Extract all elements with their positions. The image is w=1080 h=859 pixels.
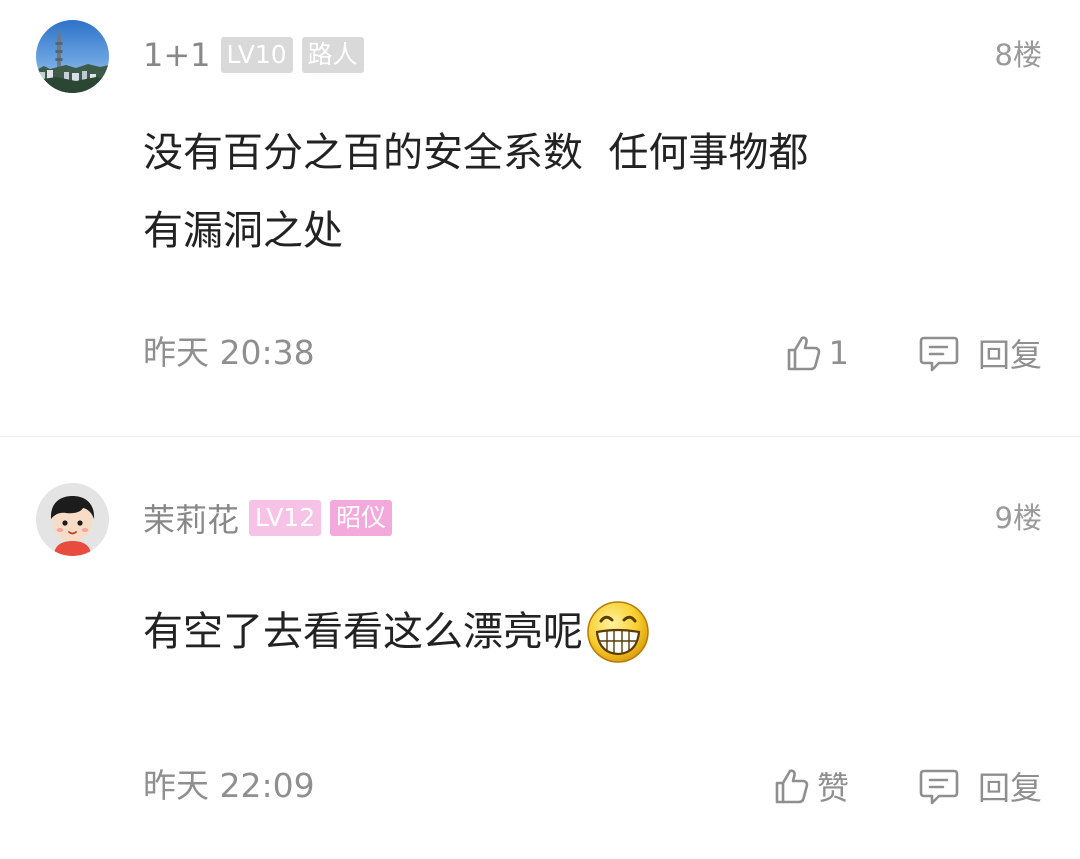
comment-item: 茉莉花 LV12 昭仪 9楼 有空了去看看这么漂亮呢 昨天 22:09 赞 回复: [0, 437, 1080, 859]
reply-label: 回复: [977, 336, 1042, 374]
like-label: 赞: [816, 769, 849, 807]
comment-item: 1+1 LV10 路人 8楼 没有百分之百的安全系数 任何事物都 有漏洞之处 昨…: [0, 0, 1080, 436]
comment-text: 有空了去看看这么漂亮呢: [143, 593, 1023, 671]
comment-header: 1+1 LV10 路人: [143, 35, 373, 75]
comment-footer: 昨天 22:09 赞 回复: [143, 763, 1042, 809]
timestamp: 昨天 20:38: [143, 333, 315, 372]
cartoon-kid-avatar-icon: [36, 483, 109, 556]
comment-bubble-icon: [918, 765, 960, 807]
like-count: 1: [828, 334, 849, 372]
floor-number: 8楼: [994, 38, 1042, 72]
comment-text-line: 有空了去看看这么漂亮呢: [143, 609, 583, 655]
like-button[interactable]: 1: [783, 330, 849, 376]
reply-button[interactable]: 回复: [918, 330, 1042, 376]
comment-text-line: 有漏洞之处: [143, 208, 343, 254]
level-badge: LV10: [220, 37, 293, 73]
grin-emoji-icon: [585, 599, 651, 665]
title-badge: 路人: [301, 37, 364, 73]
comment-text-line: 没有百分之百的安全系数 任何事物都: [143, 130, 809, 176]
like-button[interactable]: 赞: [771, 763, 849, 809]
level-badge: LV12: [249, 500, 322, 536]
reply-button[interactable]: 回复: [918, 763, 1042, 809]
username[interactable]: 茉莉花: [143, 495, 239, 541]
thumbs-up-icon: [783, 333, 823, 373]
city-skyline-avatar-icon: [36, 20, 109, 93]
timestamp: 昨天 22:09: [143, 766, 315, 805]
avatar[interactable]: [36, 20, 109, 93]
comment-bubble-icon: [918, 332, 960, 374]
title-badge: 昭仪: [330, 500, 393, 536]
comment-text: 没有百分之百的安全系数 任何事物都 有漏洞之处: [143, 114, 1023, 270]
floor-number: 9楼: [994, 501, 1042, 535]
avatar[interactable]: [36, 483, 109, 556]
comment-footer: 昨天 20:38 1 回复: [143, 330, 1042, 376]
username[interactable]: 1+1: [143, 36, 211, 74]
thumbs-up-icon: [771, 766, 811, 806]
comment-header: 茉莉花 LV12 昭仪: [143, 495, 401, 541]
reply-label: 回复: [977, 769, 1042, 807]
